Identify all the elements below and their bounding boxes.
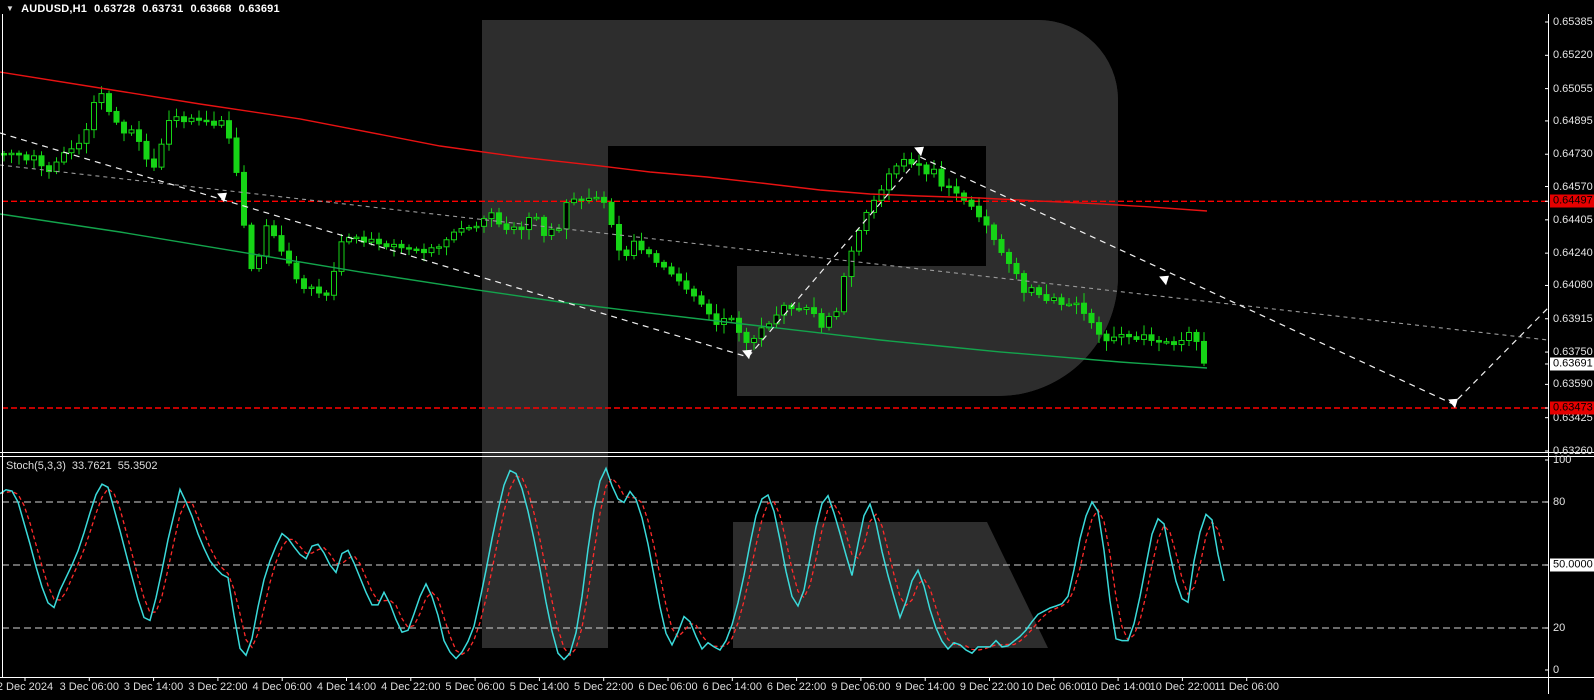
stoch-name: Stoch(5,3,3) (6, 460, 66, 472)
time-tick-label: 10 Dec 22:00 (1150, 681, 1215, 693)
symbol-timeframe-label: AUDUSD,H1 (21, 3, 87, 15)
mt4-chart-window: ▼ AUDUSD,H1 0.63728 0.63731 0.63668 0.63691 S… (0, 0, 1594, 700)
price-tick-label: 0.64570 (1553, 181, 1593, 193)
chart-title-bar: ▼ AUDUSD,H1 0.63728 0.63731 0.63668 0.63691 (6, 3, 280, 15)
time-tick-label: 9 Dec 14:00 (896, 681, 955, 693)
stoch-signal-value: 55.3502 (118, 460, 158, 472)
symbol-dropdown-icon[interactable]: ▼ (6, 4, 14, 13)
price-tick-label: 0.63590 (1553, 378, 1593, 390)
price-tick-label: 0.65055 (1553, 83, 1593, 95)
stochastic-indicator-label: Stoch(5,3,3) 33.7621 55.3502 (6, 460, 163, 472)
time-tick-label: 3 Dec 06:00 (60, 681, 119, 693)
price-tick-label: 0.64240 (1553, 247, 1593, 259)
ohlc-open: 0.63728 (94, 3, 135, 15)
time-tick-label: 10 Dec 14:00 (1085, 681, 1150, 693)
time-tick-label: 6 Dec 06:00 (638, 681, 697, 693)
price-tick-label: 0.63750 (1553, 346, 1593, 358)
price-tick-label: 0.64730 (1553, 148, 1593, 160)
ohlc-high: 0.63731 (142, 3, 183, 15)
time-tick-label: 2 Dec 2024 (0, 681, 53, 693)
chart-plot-area[interactable] (0, 0, 1594, 700)
time-tick-label: 10 Dec 06:00 (1021, 681, 1086, 693)
time-tick-label: 11 Dec 06:00 (1214, 681, 1279, 693)
time-tick-label: 4 Dec 06:00 (253, 681, 312, 693)
time-tick-label: 4 Dec 22:00 (381, 681, 440, 693)
stoch-level-label: 50.0000 (1550, 559, 1594, 572)
time-tick-label: 4 Dec 14:00 (317, 681, 376, 693)
time-tick-label: 3 Dec 14:00 (124, 681, 183, 693)
time-tick-label: 5 Dec 14:00 (510, 681, 569, 693)
stoch-level-label: 0 (1553, 664, 1559, 676)
price-tick-label: 0.65385 (1553, 16, 1593, 28)
stoch-main-value: 33.7621 (72, 460, 112, 472)
ohlc-low: 0.63668 (190, 3, 231, 15)
price-tick-label: 0.64405 (1553, 214, 1593, 226)
time-tick-label: 9 Dec 06:00 (831, 681, 890, 693)
time-axis[interactable]: 2 Dec 2024 3 Dec 06:00 3 Dec 14:00 3 Dec 22… (0, 678, 1594, 700)
price-tick-label: 0.65220 (1553, 49, 1593, 61)
stoch-level-label: 100 (1553, 454, 1571, 466)
time-tick-label: 9 Dec 22:00 (960, 681, 1019, 693)
price-tick-label: 0.64895 (1553, 115, 1593, 127)
time-tick-label: 5 Dec 22:00 (574, 681, 633, 693)
stoch-level-label: 80 (1553, 496, 1565, 508)
resistance-price-label: 0.64497 (1550, 195, 1594, 208)
time-tick-label: 6 Dec 14:00 (703, 681, 762, 693)
time-tick-label: 3 Dec 22:00 (188, 681, 247, 693)
price-tick-label: 0.63915 (1553, 313, 1593, 325)
support-price-label: 0.63473 (1550, 401, 1594, 414)
time-tick-label: 5 Dec 06:00 (445, 681, 504, 693)
stoch-level-label: 20 (1553, 622, 1565, 634)
current-price-label: 0.63691 (1550, 357, 1594, 370)
price-axis[interactable]: 0.65385 0.65220 0.65055 0.64895 0.64730 0.645… (1549, 0, 1594, 700)
price-tick-label: 0.64080 (1553, 279, 1593, 291)
time-tick-label: 6 Dec 22:00 (767, 681, 826, 693)
ohlc-close: 0.63691 (239, 3, 280, 15)
